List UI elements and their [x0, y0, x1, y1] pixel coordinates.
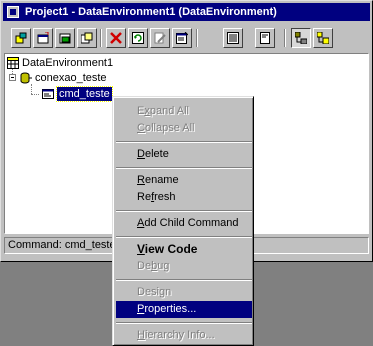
hierarchy-info-button[interactable] — [255, 28, 275, 48]
menu-item-refresh[interactable]: Refresh — [116, 189, 252, 206]
menu-item-collapse-all[interactable]: Collapse All — [116, 120, 252, 137]
add-command-icon — [37, 32, 49, 44]
tree-line — [31, 84, 32, 94]
collapse-toggle-connection[interactable] — [9, 74, 16, 81]
delete-icon — [110, 32, 122, 44]
menu-separator — [116, 279, 252, 281]
menu-item-design[interactable]: Design — [116, 284, 252, 301]
hierarchy-info-icon — [260, 32, 270, 44]
menu-item-properties[interactable]: Properties... — [116, 301, 252, 318]
add-command-copy-icon — [81, 32, 93, 44]
sort-by-connection-icon — [295, 32, 307, 44]
view-code-button[interactable] — [223, 28, 243, 48]
connection-label: conexao_teste — [35, 72, 107, 84]
menu-separator — [116, 236, 252, 238]
menu-item-debug[interactable]: Debug — [116, 258, 252, 275]
add-child-command-button[interactable] — [55, 28, 75, 48]
menu-item-delete[interactable]: Delete — [116, 146, 252, 163]
toolbar-separator — [284, 29, 286, 47]
sort-by-connection-button[interactable] — [291, 28, 311, 48]
status-label: Command: — [8, 239, 62, 251]
add-connection-icon — [15, 32, 27, 44]
menu-separator — [116, 167, 252, 169]
menu-separator — [116, 141, 252, 143]
window-title: Project1 - DataEnvironment1 (DataEnviron… — [25, 6, 277, 18]
refresh-button[interactable] — [128, 28, 148, 48]
menu-item-rename[interactable]: Rename — [116, 172, 252, 189]
context-menu: Expand All Collapse All Delete Rename Re… — [112, 96, 254, 346]
sort-by-object-button[interactable] — [313, 28, 333, 48]
toolbar — [3, 25, 370, 53]
menu-separator — [116, 210, 252, 212]
design-icon — [154, 32, 166, 44]
status-value: cmd_teste — [64, 239, 116, 251]
add-command-copy-button[interactable] — [77, 28, 97, 48]
toolbar-separator — [100, 29, 102, 47]
design-button[interactable] — [150, 28, 170, 48]
title-bar[interactable]: Project1 - DataEnvironment1 (DataEnviron… — [3, 3, 370, 21]
properties-button[interactable] — [172, 28, 192, 48]
command-label: cmd_teste — [56, 86, 113, 102]
add-connection-button[interactable] — [11, 28, 31, 48]
menu-item-hierarchy-info[interactable]: Hierarchy Info... — [116, 327, 252, 344]
properties-icon — [176, 32, 188, 44]
delete-button[interactable] — [106, 28, 126, 48]
connection-icon — [20, 72, 32, 84]
menu-item-view-code[interactable]: View Code — [116, 241, 252, 258]
view-code-icon — [227, 32, 239, 44]
data-environment-icon — [7, 57, 19, 69]
window-icon[interactable] — [7, 6, 19, 18]
menu-separator — [116, 322, 252, 324]
command-icon — [42, 89, 54, 99]
menu-item-expand-all[interactable]: Expand All — [116, 103, 252, 120]
sort-by-object-icon — [317, 32, 329, 44]
tree-line — [31, 94, 39, 95]
add-child-command-icon — [59, 33, 71, 44]
add-command-button[interactable] — [33, 28, 53, 48]
menu-item-add-child-command[interactable]: Add Child Command — [116, 215, 252, 232]
root-label: DataEnvironment1 — [22, 57, 114, 69]
toolbar-separator — [196, 29, 198, 47]
refresh-icon — [132, 32, 144, 44]
